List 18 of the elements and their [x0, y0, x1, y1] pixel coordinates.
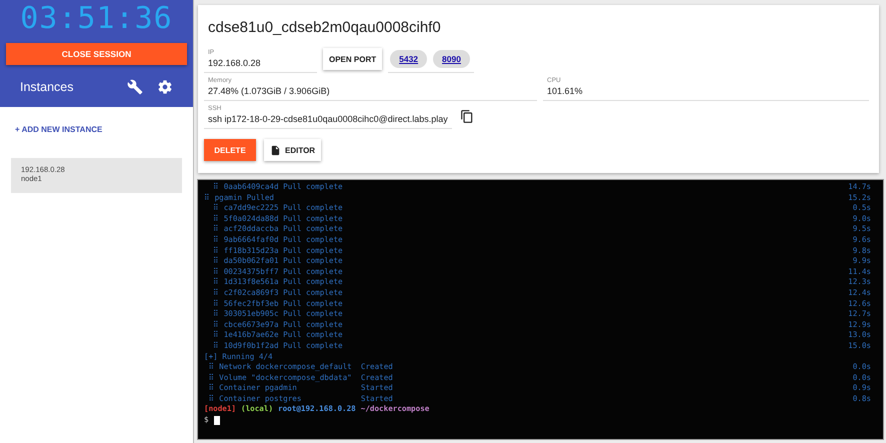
settings-icon[interactable]: [157, 79, 173, 95]
session-timer: 03:51:36: [20, 1, 173, 37]
ip-field: 192.168.0.28: [208, 57, 313, 69]
wrench-icon[interactable]: [127, 79, 143, 95]
ssh-field: ssh ip172-18-0-29-cdse81u0qau0008cihc0@direct.labs.play: [208, 113, 448, 125]
port-link[interactable]: 5432: [390, 50, 428, 68]
memory-field: 27.48% (1.073GiB / 3.906GiB): [208, 85, 533, 97]
terminal[interactable]: [197, 179, 884, 440]
instance-title: cdse81u0_cdseb2m0qau0008cihf0: [208, 19, 442, 36]
port-link[interactable]: 8090: [433, 50, 470, 68]
open-port-button[interactable]: OPEN PORT: [323, 48, 382, 70]
terminal-cursor: [214, 416, 220, 426]
add-instance-link[interactable]: + ADD NEW INSTANCE: [15, 125, 102, 134]
editor-button[interactable]: EDITOR: [264, 139, 322, 161]
file-icon: [270, 144, 281, 156]
cpu-field: 101.61%: [547, 85, 865, 97]
instances-title: Instances: [20, 80, 75, 94]
copy-icon[interactable]: [460, 109, 474, 124]
